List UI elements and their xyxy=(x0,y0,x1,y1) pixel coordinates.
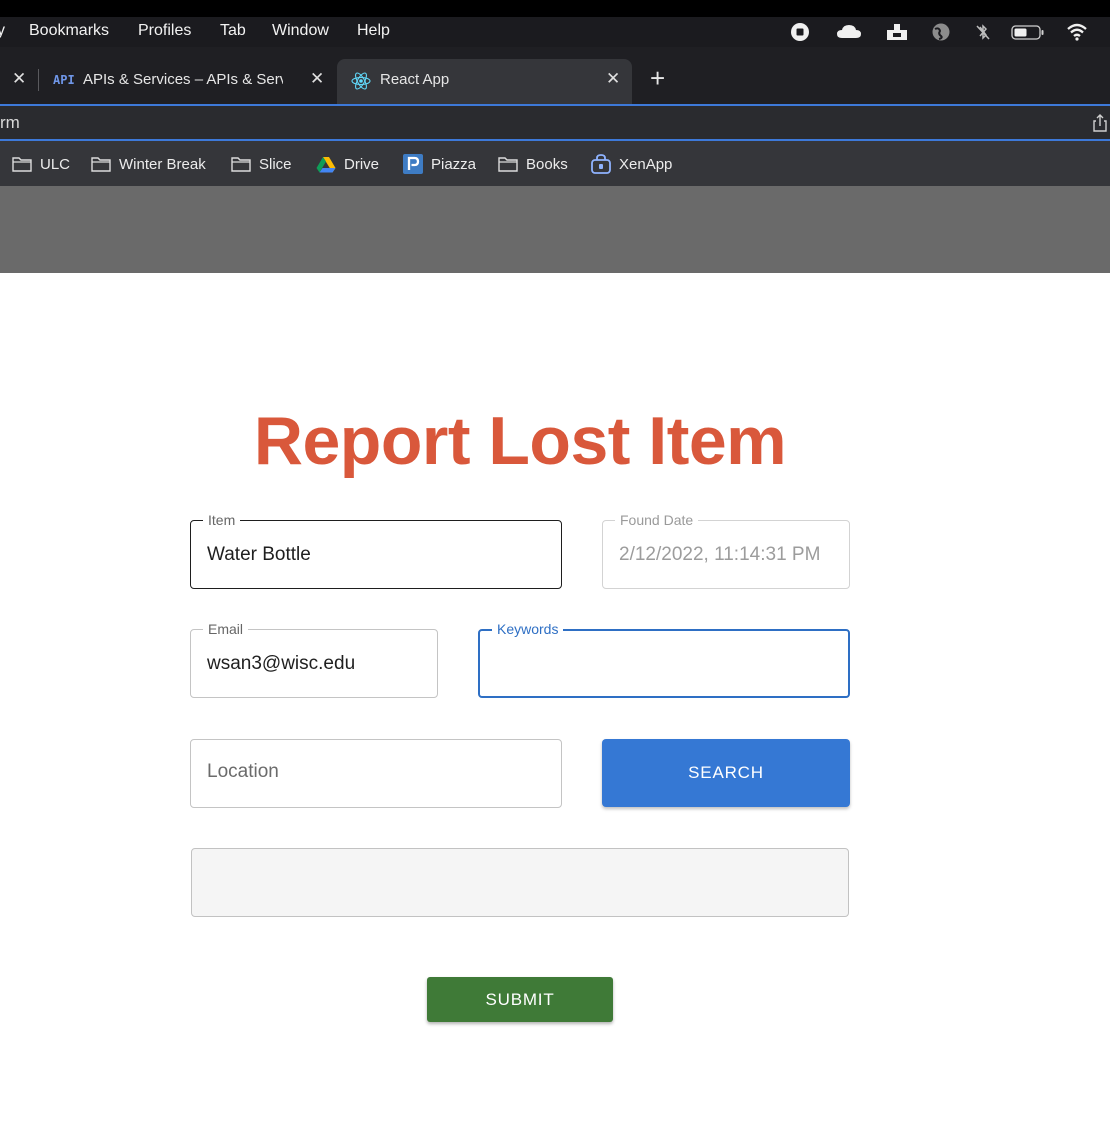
item-label: Item xyxy=(203,511,241,529)
bookmark-label: Drive xyxy=(344,155,380,173)
tab-apis-services[interactable]: API APIs & Services – APIs & Servic ✕ xyxy=(40,59,336,104)
folder-icon xyxy=(91,157,111,172)
page-header-band xyxy=(0,186,1110,273)
location-input[interactable]: Location xyxy=(190,739,562,808)
found-date-field[interactable]: Found Date 2/12/2022, 11:14:31 PM xyxy=(602,511,850,589)
menu-window[interactable]: Window xyxy=(272,22,329,40)
bluetooth-off-icon[interactable] xyxy=(972,23,994,41)
record-icon[interactable] xyxy=(789,23,811,41)
wifi-icon[interactable] xyxy=(1066,23,1088,41)
keywords-input[interactable]: Keywords xyxy=(478,620,850,698)
react-logo-icon xyxy=(351,72,371,90)
folder-icon xyxy=(12,157,32,172)
bookmark-label: ULC xyxy=(40,155,71,173)
bookmark-label: Slice xyxy=(259,155,292,173)
email-label: Email xyxy=(203,620,249,638)
menu-help[interactable]: Help xyxy=(357,22,390,40)
bookmark-piazza[interactable]: Piazza xyxy=(403,154,476,174)
lock-box-icon xyxy=(591,154,611,174)
menu-bookmarks[interactable]: Bookmarks xyxy=(29,22,109,40)
bookmark-label: Piazza xyxy=(431,155,477,173)
item-value: Water Bottle xyxy=(207,544,311,565)
globe-icon[interactable] xyxy=(930,23,952,41)
bookmark-ulc[interactable]: ULC xyxy=(12,154,70,174)
folder-icon xyxy=(231,157,251,172)
macos-menu-bar: y Bookmarks Profiles Tab Window Help xyxy=(0,17,1110,47)
cloud-icon[interactable] xyxy=(836,23,862,41)
page-title: Report Lost Item xyxy=(253,403,787,479)
new-tab-button[interactable]: + xyxy=(650,65,665,91)
bookmark-label: XenApp xyxy=(619,155,673,173)
submit-button[interactable]: SUBMIT xyxy=(427,977,613,1022)
close-icon[interactable]: ✕ xyxy=(606,69,620,89)
email-value: wsan3@wisc.edu xyxy=(207,653,356,674)
search-results-box[interactable] xyxy=(191,848,849,917)
bookmark-label: Books xyxy=(526,155,568,173)
share-icon[interactable] xyxy=(1092,114,1108,132)
menu-extra-icon[interactable] xyxy=(886,23,908,41)
tab-title: APIs & Services – APIs & Servic xyxy=(83,71,283,88)
address-bar[interactable]: rm xyxy=(0,104,1110,141)
piazza-icon xyxy=(403,154,423,174)
menu-item-partial[interactable]: y xyxy=(0,22,5,40)
url-text[interactable]: rm xyxy=(0,113,20,133)
tab-divider xyxy=(38,69,39,91)
location-placeholder: Location xyxy=(207,761,279,782)
api-badge-icon: API xyxy=(53,73,75,87)
menu-profiles[interactable]: Profiles xyxy=(138,22,191,40)
email-field[interactable]: Email wsan3@wisc.edu xyxy=(190,620,438,698)
browser-tab-strip: ✕ API APIs & Services – APIs & Servic ✕ … xyxy=(0,47,1110,104)
top-black-strip xyxy=(0,0,1110,17)
close-icon[interactable]: ✕ xyxy=(12,69,26,89)
bookmark-label: Winter Break xyxy=(119,155,206,173)
google-drive-icon xyxy=(316,156,336,172)
menu-tab[interactable]: Tab xyxy=(220,22,246,40)
folder-icon xyxy=(498,157,518,172)
tab-react-app[interactable]: React App ✕ xyxy=(337,59,632,104)
bookmark-slice[interactable]: Slice xyxy=(231,154,292,174)
bookmark-drive[interactable]: Drive xyxy=(316,154,379,174)
found-date-value: 2/12/2022, 11:14:31 PM xyxy=(619,544,821,565)
search-button[interactable]: SEARCH xyxy=(602,739,850,807)
bookmark-winter-break[interactable]: Winter Break xyxy=(91,154,206,174)
close-icon[interactable]: ✕ xyxy=(310,69,324,89)
bookmark-xenapp[interactable]: XenApp xyxy=(591,154,672,174)
bookmark-books[interactable]: Books xyxy=(498,154,568,174)
tab-title: React App xyxy=(380,71,450,88)
keywords-label: Keywords xyxy=(492,620,564,638)
battery-icon[interactable] xyxy=(1011,23,1045,41)
found-date-label: Found Date xyxy=(615,511,699,529)
item-field[interactable]: Item Water Bottle xyxy=(190,511,562,589)
bookmarks-bar: ULC Winter Break Slice Drive Piazza Book… xyxy=(0,141,1110,186)
